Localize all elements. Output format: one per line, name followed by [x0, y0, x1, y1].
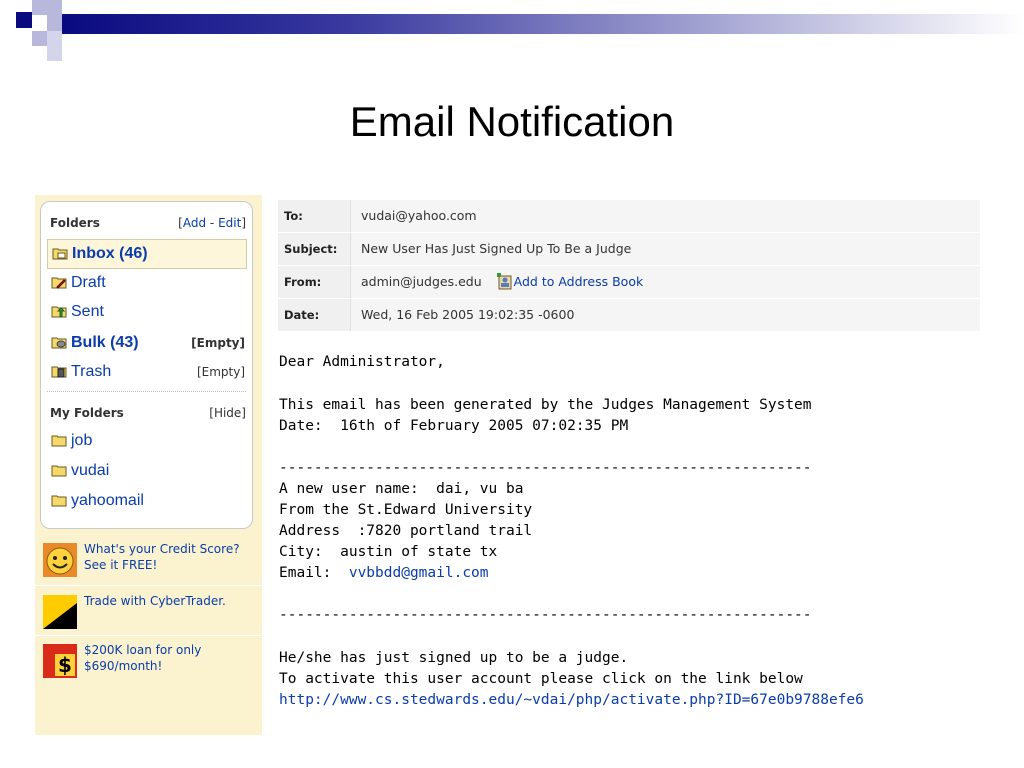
credit-score-ad[interactable]: What's your Credit Score? See it FREE!: [43, 541, 257, 585]
sidebar-item-draft[interactable]: Draft: [47, 269, 245, 297]
folder-divider: [47, 391, 246, 392]
ad-divider: [35, 585, 262, 586]
trash-icon: [51, 366, 67, 378]
to-row: To: vudai@yahoo.com: [278, 200, 980, 233]
from-row: From: admin@judges.edu Add to Address Bo…: [278, 266, 980, 299]
subject-value: New User Has Just Signed Up To Be a Judg…: [361, 241, 632, 256]
folder-icon: [51, 435, 67, 447]
svg-text:$: $: [58, 653, 72, 677]
cybertrader-icon: [43, 595, 77, 629]
from-label: From:: [278, 266, 351, 298]
decoration-square: [32, 46, 47, 61]
title-decoration-bar: [62, 14, 1024, 34]
sidebar-item-label: Inbox (46): [72, 245, 148, 262]
address-line: Address :7820 portland trail: [279, 523, 533, 539]
decoration-square: [32, 15, 47, 31]
body-line: Date: 16th of February 2005 07:02:35 PM: [279, 418, 629, 434]
sidebar-item-label: yahoomail: [71, 492, 144, 509]
date-label: Date:: [278, 299, 351, 331]
sidebar-item-label: Draft: [71, 274, 106, 291]
decoration-square: [47, 15, 62, 31]
subject-label: Subject:: [278, 233, 351, 265]
decoration-square: [16, 12, 32, 28]
body-line: To activate this user account please cli…: [279, 671, 803, 687]
dollar-icon: $: [43, 644, 77, 678]
user-email-link[interactable]: vvbbdd@gmail.com: [349, 565, 489, 581]
sidebar-item-label: job: [71, 432, 93, 449]
body-line: This email has been generated by the Jud…: [279, 397, 812, 413]
decoration-square: [32, 0, 62, 15]
decoration-square: [32, 31, 47, 46]
sidebar-item-job[interactable]: job: [47, 427, 245, 455]
ad-text: What's your Credit Score? See it FREE!: [84, 542, 240, 572]
sent-icon: [51, 306, 67, 318]
email-label: Email:: [279, 565, 349, 581]
my-folders-heading: My Folders: [50, 406, 124, 420]
to-value: vudai@yahoo.com: [361, 208, 477, 223]
sidebar-item-label: Trash: [71, 363, 112, 380]
date-value: Wed, 16 Feb 2005 19:02:35 -0600: [361, 307, 575, 322]
sidebar-item-label: Bulk (43): [71, 334, 139, 351]
university-line: From the St.Edward University: [279, 502, 533, 518]
empty-trash-link[interactable]: [Empty]: [197, 358, 245, 386]
slide-title: Email Notification: [349, 98, 675, 145]
from-value-group: admin@judges.edu Add to Address Book: [361, 266, 643, 298]
smiley-icon: [43, 543, 77, 577]
decoration-square: [47, 31, 62, 61]
separator-line: ----------------------------------------…: [279, 607, 812, 623]
from-value: admin@judges.edu: [361, 274, 482, 289]
message-body: Dear Administrator, This email has been …: [279, 352, 981, 722]
mail-sidebar: Folders [Add - Edit] Inbox (46) Draft Se…: [35, 195, 262, 735]
ad-text: Trade with CyberTrader.: [84, 594, 226, 608]
draft-icon: [51, 277, 67, 289]
activation-link[interactable]: http://www.cs.stedwards.edu/~vdai/php/ac…: [279, 690, 864, 711]
folders-heading: Folders: [50, 216, 100, 230]
sidebar-item-label: Sent: [71, 303, 104, 320]
cybertrader-ad[interactable]: Trade with CyberTrader.: [43, 593, 257, 637]
date-row: Date: Wed, 16 Feb 2005 19:02:35 -0600: [278, 299, 980, 332]
loan-ad[interactable]: $ $200K loan for only $690/month!: [43, 642, 257, 686]
city-line: City: austin of state tx: [279, 544, 498, 560]
email-line: Email: vvbbdd@gmail.com: [279, 563, 489, 584]
inbox-icon: [52, 248, 68, 260]
user-name-line: A new user name: dai, vu ba: [279, 481, 524, 497]
add-edit-links: [Add - Edit]: [178, 216, 246, 230]
to-label: To:: [278, 200, 351, 232]
add-to-address-book-link[interactable]: Add to Address Book: [514, 274, 644, 289]
ad-divider: [35, 635, 262, 636]
add-folder-link[interactable]: Add: [183, 216, 206, 230]
subject-row: Subject: New User Has Just Signed Up To …: [278, 233, 980, 266]
folder-panel: Folders [Add - Edit] Inbox (46) Draft Se…: [40, 201, 253, 529]
bulk-icon: [51, 337, 67, 349]
sidebar-item-yahoomail[interactable]: yahoomail: [47, 487, 245, 515]
sidebar-item-label: vudai: [71, 462, 110, 479]
sidebar-item-trash[interactable]: Trash [Empty]: [47, 358, 245, 386]
sidebar-item-vudai[interactable]: vudai: [47, 457, 245, 485]
hide-my-folders-link[interactable]: [Hide]: [209, 406, 246, 420]
folder-icon: [51, 465, 67, 477]
sidebar-item-sent[interactable]: Sent: [47, 298, 245, 326]
ad-text: $200K loan for only $690/month!: [84, 643, 202, 673]
empty-bulk-link[interactable]: [Empty]: [191, 329, 245, 357]
separator-line: ----------------------------------------…: [279, 460, 812, 476]
body-line: He/she has just signed up to be a judge.: [279, 650, 629, 666]
sidebar-item-inbox[interactable]: Inbox (46): [47, 239, 247, 269]
address-book-icon: [496, 273, 512, 290]
edit-folders-link[interactable]: Edit: [218, 216, 241, 230]
folder-icon: [51, 495, 67, 507]
sidebar-item-bulk[interactable]: Bulk (43) [Empty]: [47, 329, 245, 357]
greeting: Dear Administrator,: [279, 354, 445, 370]
